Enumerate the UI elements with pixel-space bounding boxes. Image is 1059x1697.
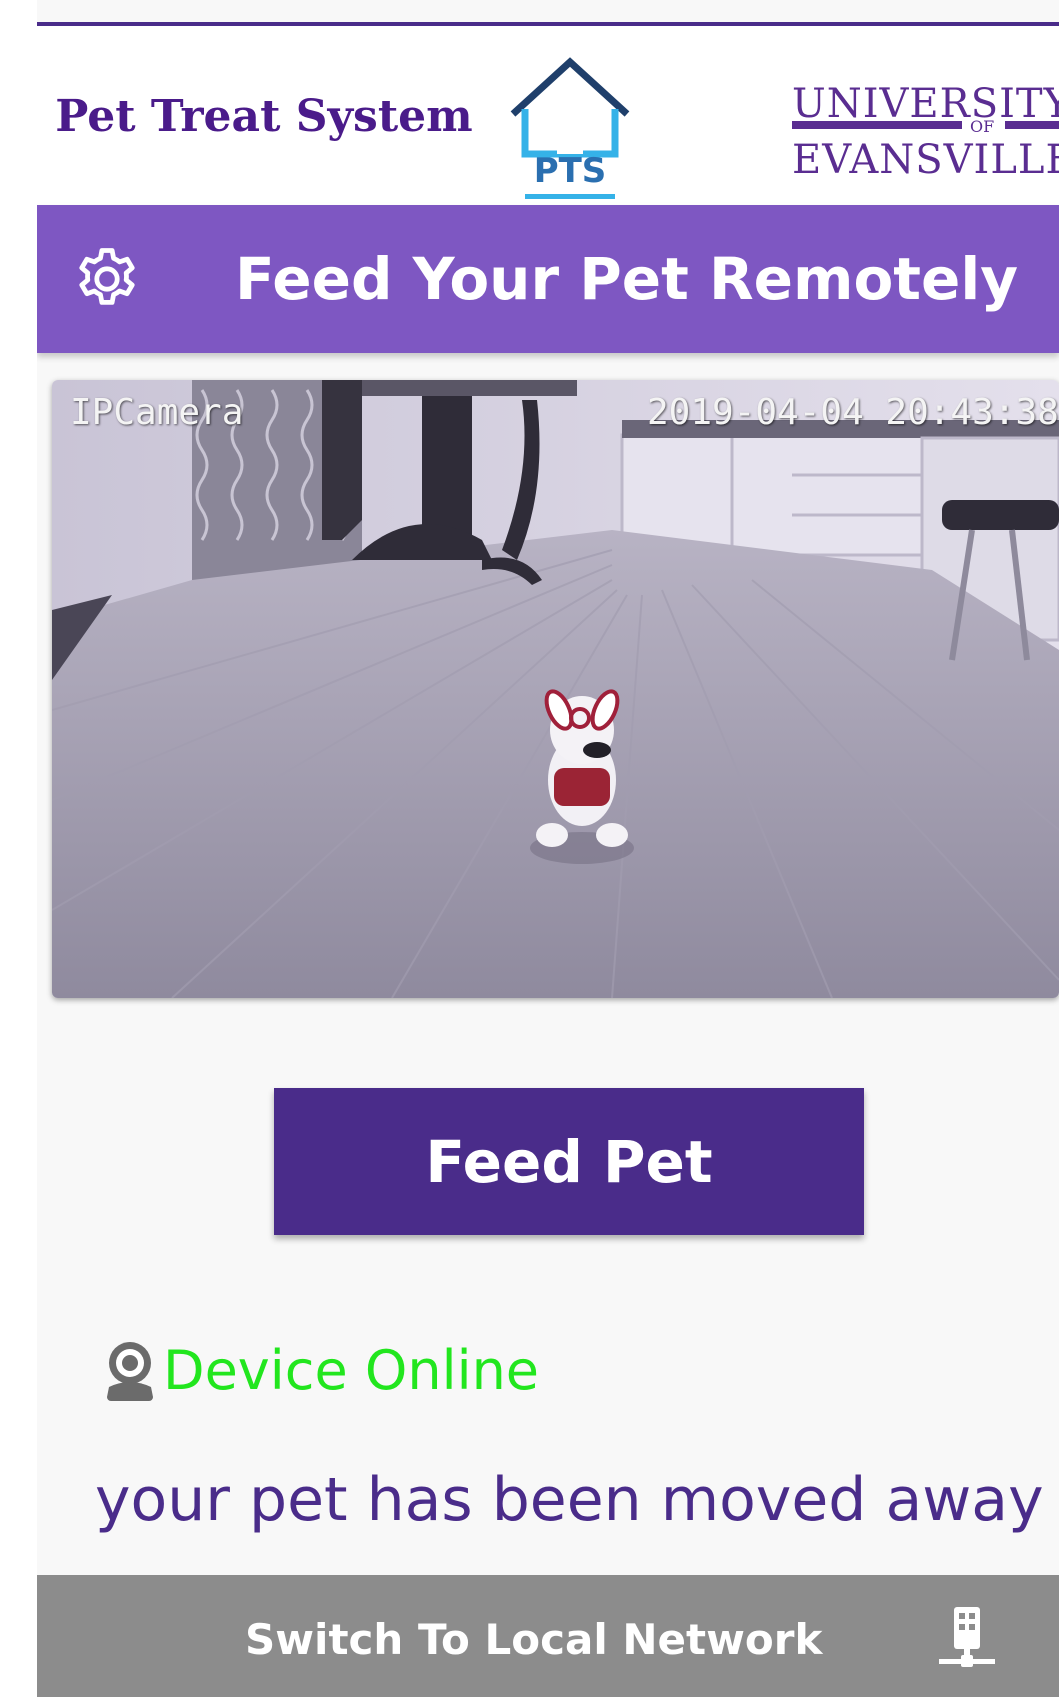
app-screen: Pet Treat System PTS UNIVERSITY OF EVANS… [37,0,1059,1697]
brand-title: Pet Treat System [55,90,473,142]
device-status-text: Device Online [163,1338,540,1402]
pts-logo-text: PTS [534,151,607,191]
brand-logo: Pet Treat System [49,42,479,190]
pts-logo-icon: PTS [510,57,630,199]
header: Pet Treat System PTS UNIVERSITY OF EVANS… [37,26,1059,205]
camera-feed: IPCamera 2019-04-04 20:43:38 [52,380,1059,998]
title-bar: Feed Your Pet Remotely [37,205,1059,353]
switch-network-label: Switch To Local Network [245,1615,823,1664]
pet-status-message: your pet has been moved away [95,1465,1044,1535]
university-line2: EVANSVILLE [792,137,1059,183]
switch-network-bar[interactable]: Switch To Local Network [37,1575,1059,1697]
device-status: Device Online [105,1335,539,1405]
university-of: OF [970,117,995,136]
camera-label: IPCamera [70,392,244,433]
camera-image [52,380,1059,998]
feed-pet-button[interactable]: Feed Pet [274,1088,864,1235]
webcam-icon [107,1342,153,1401]
camera-timestamp: 2019-04-04 20:43:38 [647,392,1059,433]
gear-icon[interactable] [71,243,143,315]
network-icon [939,1607,995,1667]
logo-divider [1005,121,1059,129]
university-logo: UNIVERSITY OF EVANSVILLE [687,81,1059,191]
page-title: Feed Your Pet Remotely [235,245,1019,313]
logo-divider [792,121,962,129]
